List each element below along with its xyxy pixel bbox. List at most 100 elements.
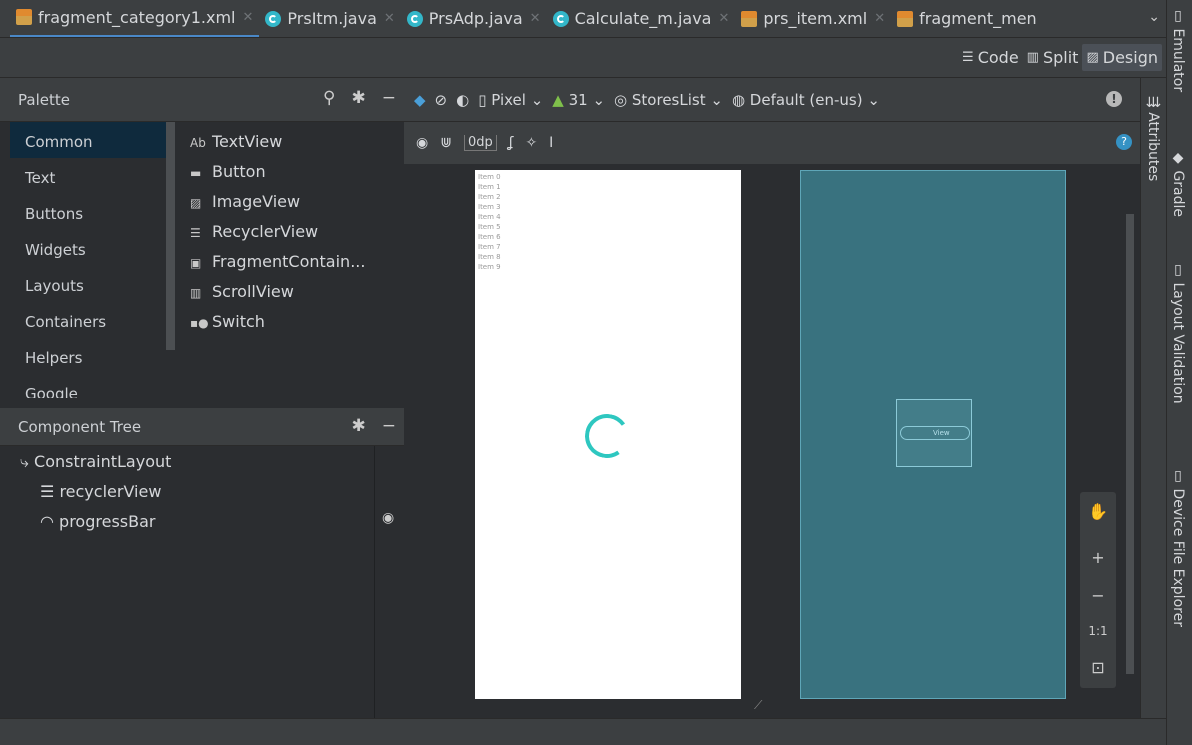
- zoom-to-fit-icon[interactable]: ⊡: [1080, 658, 1116, 677]
- widget-label: Button: [212, 162, 266, 181]
- resize-handle-icon[interactable]: ⟋: [754, 698, 762, 713]
- palette-body: Common Text Buttons Widgets Layouts Cont…: [0, 122, 404, 398]
- widget-scrollview[interactable]: ▥ ScrollView: [190, 278, 365, 308]
- category-buttons[interactable]: Buttons: [10, 194, 168, 230]
- close-icon[interactable]: ✕: [243, 10, 254, 25]
- gear-icon[interactable]: ✱: [352, 416, 366, 436]
- warning-icon[interactable]: !: [1106, 91, 1122, 107]
- palette-categories: Common Text Buttons Widgets Layouts Cont…: [10, 122, 168, 398]
- scrollview-icon: ▥: [190, 286, 202, 300]
- java-class-icon: [265, 10, 282, 27]
- close-icon[interactable]: ✕: [874, 11, 885, 26]
- tab-label: fragment_men: [919, 9, 1037, 28]
- design-mode-button[interactable]: ▨ Design: [1082, 44, 1162, 71]
- blueprint-progressbar[interactable]: View: [896, 399, 972, 467]
- gradle-icon: ◆: [1170, 150, 1186, 171]
- api-level-selector[interactable]: ▲ 31 ⌄: [552, 91, 605, 109]
- guidelines-icon[interactable]: I: [549, 135, 553, 151]
- device-selector[interactable]: ▯ Pixel ⌄: [478, 91, 543, 109]
- canvas-scrollbar[interactable]: [1126, 214, 1134, 674]
- clear-constraints-icon[interactable]: ʆ: [509, 135, 514, 151]
- widget-imageview[interactable]: ▨ ImageView: [190, 188, 365, 218]
- theme-selector[interactable]: ◎ StoresList ⌄: [614, 91, 723, 109]
- widget-label: ScrollView: [212, 282, 294, 301]
- category-layouts[interactable]: Layouts: [10, 266, 168, 302]
- close-icon[interactable]: ✕: [530, 11, 541, 26]
- tab-fragment-category1[interactable]: fragment_category1.xml ✕: [10, 0, 260, 37]
- category-google[interactable]: Google: [10, 374, 168, 398]
- search-icon[interactable]: ⚲: [323, 88, 335, 108]
- tree-item-constraintlayout[interactable]: ⤷ ConstraintLayout: [20, 452, 171, 472]
- code-mode-button[interactable]: ☰ Code: [958, 44, 1023, 71]
- list-item: Item 4: [478, 213, 501, 221]
- tab-prsadp[interactable]: PrsAdp.java ✕: [401, 0, 547, 37]
- orientation-icon[interactable]: ⊘: [435, 91, 448, 109]
- tab-prs-item[interactable]: prs_item.xml ✕: [735, 0, 891, 37]
- widget-fragmentcontainer[interactable]: ▣ FragmentContain...: [190, 248, 365, 278]
- split-icon: ▥: [1026, 50, 1039, 65]
- zoom-out-button[interactable]: −: [1080, 586, 1116, 605]
- gradle-tool[interactable]: ◆ Gradle: [1170, 150, 1186, 217]
- night-mode-icon[interactable]: ◐: [456, 91, 469, 109]
- layout-validation-label: Layout Validation: [1170, 282, 1186, 404]
- emulator-tool[interactable]: ▯ Emulator: [1170, 8, 1186, 92]
- category-text[interactable]: Text: [10, 158, 168, 194]
- tree-item-label: progressBar: [59, 512, 156, 531]
- widget-label: FragmentContain...: [212, 252, 366, 271]
- fragment-container-icon: ▣: [190, 256, 202, 270]
- layout-validation-tool[interactable]: ▯ Layout Validation: [1170, 262, 1186, 404]
- list-item: Item 3: [478, 203, 501, 211]
- widget-label: ImageView: [212, 192, 301, 211]
- widget-button[interactable]: ▬ Button: [190, 158, 365, 188]
- zoom-in-button[interactable]: +: [1080, 548, 1116, 567]
- tab-calculate-m[interactable]: Calculate_m.java ✕: [547, 0, 736, 37]
- tree-item-progressbar[interactable]: ◠ progressBar: [40, 512, 155, 531]
- help-icon[interactable]: ?: [1116, 134, 1132, 150]
- blueprint-preview[interactable]: View: [800, 170, 1066, 699]
- category-scrollbar[interactable]: [166, 122, 175, 350]
- attributes-tool[interactable]: ⇶ Attributes: [1145, 96, 1161, 181]
- widget-textview[interactable]: Ab TextView: [190, 128, 365, 158]
- widget-switch[interactable]: ▪● Switch: [190, 308, 365, 338]
- locale-selector[interactable]: ◍ Default (en-us) ⌄: [732, 91, 880, 109]
- textview-icon: Ab: [190, 136, 206, 150]
- tab-prsitm[interactable]: PrsItm.java ✕: [259, 0, 400, 37]
- locale-label: Default (en-us): [749, 90, 863, 109]
- tab-label: PrsItm.java: [287, 9, 377, 28]
- palette-widgets: Ab TextView ▬ Button ▨ ImageView ☰ RecyclerV…: [190, 128, 365, 338]
- category-common[interactable]: Common: [10, 122, 168, 158]
- tree-item-label: ConstraintLayout: [34, 452, 172, 471]
- tree-item-recyclerview[interactable]: ☰ recyclerView: [40, 482, 161, 501]
- widget-recyclerview[interactable]: ☰ RecyclerView: [190, 218, 365, 248]
- default-margin-selector[interactable]: 0dp: [463, 135, 497, 151]
- list-item: Item 9: [478, 263, 501, 271]
- category-containers[interactable]: Containers: [10, 302, 168, 338]
- category-helpers[interactable]: Helpers: [10, 338, 168, 374]
- xml-file-icon: [16, 9, 32, 25]
- close-icon[interactable]: ✕: [718, 11, 729, 26]
- progressbar-icon: ◠: [40, 512, 60, 531]
- design-surface-icon[interactable]: ◆: [414, 91, 426, 109]
- view-options-eye-icon[interactable]: ◉: [416, 135, 428, 151]
- tab-label: Calculate_m.java: [574, 9, 712, 28]
- autoconnect-magnet-icon[interactable]: ⋓: [440, 135, 452, 151]
- category-widgets[interactable]: Widgets: [10, 230, 168, 266]
- palette-title: Palette: [18, 90, 70, 109]
- design-preview[interactable]: Item 0 Item 1 Item 2 Item 3 Item 4 Item …: [475, 170, 741, 699]
- component-tree-title: Component Tree: [18, 417, 142, 436]
- pan-hand-icon[interactable]: ✋: [1080, 502, 1116, 521]
- close-icon[interactable]: ✕: [384, 11, 395, 26]
- split-mode-button[interactable]: ▥ Split: [1023, 44, 1083, 71]
- device-file-explorer-tool[interactable]: ▯ Device File Explorer: [1170, 468, 1186, 627]
- minimize-icon[interactable]: −: [382, 88, 396, 108]
- progress-spinner: [581, 410, 633, 462]
- zoom-actual-size-button[interactable]: 1:1: [1080, 624, 1116, 638]
- button-icon: ▬: [190, 166, 202, 180]
- gear-icon[interactable]: ✱: [352, 88, 366, 108]
- tab-fragment-men[interactable]: fragment_men: [891, 0, 1043, 37]
- visibility-eye-icon[interactable]: ◉: [382, 510, 394, 526]
- minimize-icon[interactable]: −: [382, 416, 396, 436]
- infer-constraints-icon[interactable]: ✧: [525, 135, 537, 151]
- attributes-label: Attributes: [1145, 112, 1161, 182]
- chevron-down-icon[interactable]: ⌄: [1148, 9, 1160, 25]
